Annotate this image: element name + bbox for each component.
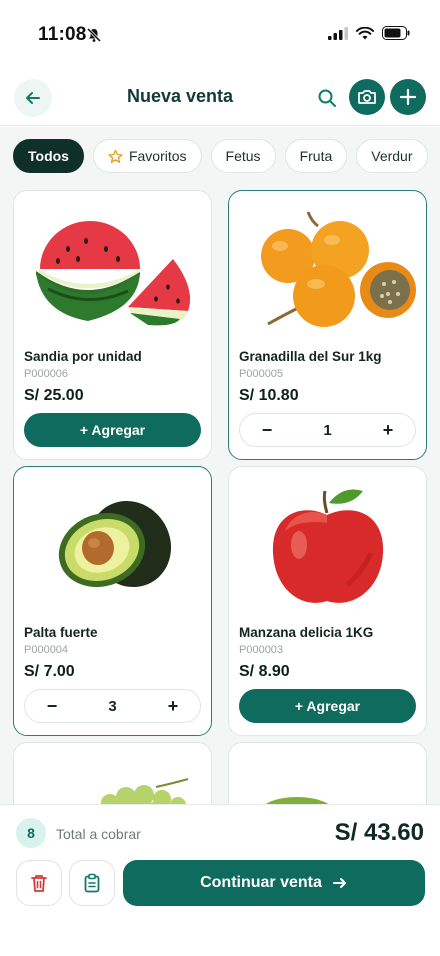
product-catalog: Todos Favoritos Fetus Fruta Verdur Sandi… xyxy=(0,127,440,804)
top-app-bar: Nueva venta xyxy=(0,70,440,126)
add-product-button[interactable] xyxy=(390,79,426,115)
cart-count-badge: 8 xyxy=(16,818,46,848)
checkout-bar: 8 Total a cobrar S/ 43.60 Continuar vent… xyxy=(0,804,440,956)
plus-icon xyxy=(399,88,417,106)
star-icon xyxy=(108,149,123,163)
continue-sale-button[interactable]: Continuar venta xyxy=(123,860,425,906)
product-code: P000006 xyxy=(24,368,69,380)
product-card[interactable] xyxy=(228,742,427,804)
product-price: S/ 8.90 xyxy=(239,663,290,680)
status-time: 11:08 xyxy=(38,24,87,45)
product-price: S/ 10.80 xyxy=(239,387,299,404)
chip-fetus[interactable]: Fetus xyxy=(210,139,276,173)
total-label: Total a cobrar xyxy=(56,826,141,842)
chip-label: Todos xyxy=(28,148,69,164)
trash-icon xyxy=(31,875,47,892)
search-button[interactable] xyxy=(308,79,346,117)
add-to-cart-button[interactable]: + Agregar xyxy=(24,413,201,447)
product-name: Granadilla del Sur 1kg xyxy=(239,349,382,364)
product-name: Palta fuerte xyxy=(24,625,98,640)
product-card-selected[interactable]: Palta fuerte P000004 S/ 7.00 − 3 + xyxy=(13,466,212,736)
quantity-stepper: − 3 + xyxy=(24,689,201,723)
battery-icon xyxy=(382,26,410,40)
quantity-stepper: − 1 + xyxy=(239,413,416,447)
quantity-value: 1 xyxy=(323,421,332,439)
chip-label: Fetus xyxy=(225,148,261,164)
arrow-right-icon xyxy=(332,878,346,888)
category-chips: Todos Favoritos Fetus Fruta Verdur xyxy=(13,139,428,173)
increment-button[interactable]: + xyxy=(162,696,184,717)
status-icons xyxy=(328,26,410,40)
clear-cart-button[interactable] xyxy=(16,860,62,906)
quantity-value: 3 xyxy=(108,697,117,715)
product-code: P000005 xyxy=(239,368,284,380)
product-price: S/ 25.00 xyxy=(24,387,84,404)
signal-icon xyxy=(328,26,348,40)
watermelon-image xyxy=(14,191,211,347)
chip-label: Favoritos xyxy=(128,148,187,164)
decrement-button[interactable]: − xyxy=(41,696,63,717)
product-card[interactable] xyxy=(13,742,212,804)
avocado-image xyxy=(14,467,211,623)
product-name: Manzana delicia 1KG xyxy=(239,625,374,640)
product-name: Sandia por unidad xyxy=(24,349,142,364)
product-code: P000003 xyxy=(239,644,284,656)
product-card[interactable]: Manzana delicia 1KG P000003 S/ 8.90 + Ag… xyxy=(228,466,427,736)
decrement-button[interactable]: − xyxy=(256,420,278,441)
increment-button[interactable]: + xyxy=(377,420,399,441)
chip-todos[interactable]: Todos xyxy=(13,139,84,173)
search-icon xyxy=(318,89,336,107)
add-to-cart-button[interactable]: + Agregar xyxy=(239,689,416,723)
chip-favoritos[interactable]: Favoritos xyxy=(92,139,202,173)
order-summary-button[interactable] xyxy=(69,860,115,906)
camera-scan-button[interactable] xyxy=(349,79,385,115)
granadilla-image xyxy=(229,191,426,347)
lime-image xyxy=(253,783,403,804)
product-card[interactable]: Sandia por unidad P000006 S/ 25.00 + Agr… xyxy=(13,190,212,460)
grapes-image xyxy=(94,773,204,804)
clipboard-icon xyxy=(84,873,100,893)
wifi-icon xyxy=(356,26,374,39)
chip-verduras[interactable]: Verdur xyxy=(356,139,428,173)
chip-label: Fruta xyxy=(299,148,333,164)
product-code: P000004 xyxy=(24,644,69,656)
continue-label: Continuar venta xyxy=(200,874,322,891)
chip-fruta[interactable]: Fruta xyxy=(284,139,348,173)
chip-label: Verdur xyxy=(371,148,413,164)
bell-off-icon xyxy=(86,27,102,43)
total-amount: S/ 43.60 xyxy=(334,819,424,846)
page-title: Nueva venta xyxy=(126,86,234,106)
product-card-selected[interactable]: Granadilla del Sur 1kg P000005 S/ 10.80 … xyxy=(228,190,427,460)
camera-icon xyxy=(358,90,376,104)
status-bar: 11:08 xyxy=(0,0,440,70)
apple-image xyxy=(229,467,426,623)
product-price: S/ 7.00 xyxy=(24,663,75,680)
